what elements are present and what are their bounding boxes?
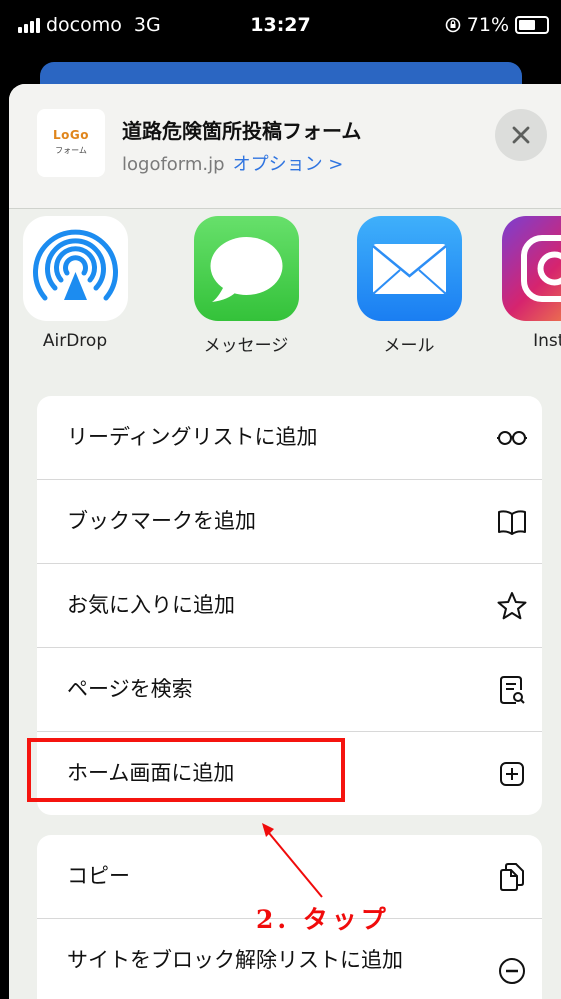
action-add-reading-list[interactable]: リーディングリストに追加	[37, 396, 542, 480]
app-label: Insta	[533, 331, 561, 351]
page-subtitle: logoform.jp オプション >	[122, 150, 343, 176]
glasses-icon	[497, 431, 527, 445]
close-icon	[512, 126, 530, 144]
logo-text-bottom: フォーム	[55, 146, 87, 155]
airdrop-icon	[22, 216, 128, 321]
battery-info: 71%	[445, 14, 549, 36]
mail-icon	[356, 216, 462, 321]
logo-text-top: LoGo	[53, 128, 89, 142]
instagram-icon	[501, 216, 561, 321]
app-mail[interactable]: メール	[354, 216, 464, 356]
action-add-bookmark[interactable]: ブックマークを追加	[37, 480, 542, 564]
add-square-icon	[500, 762, 524, 786]
action-find-on-page[interactable]: ページを検索	[37, 648, 542, 732]
share-sheet-header: LoGo フォーム 道路危険箇所投稿フォーム logoform.jp オプション …	[9, 84, 561, 209]
messages-icon	[193, 216, 299, 321]
app-label: AirDrop	[42, 331, 108, 351]
find-in-page-icon	[500, 676, 525, 704]
app-label: メッセージ	[203, 336, 289, 356]
page-domain: logoform.jp	[122, 154, 225, 175]
app-share-row: AirDrop メッセージ メール Ins	[9, 208, 561, 368]
action-label: お気に入りに追加	[67, 593, 235, 617]
orientation-lock-icon	[445, 17, 461, 33]
annotation-arrow-icon	[262, 823, 323, 898]
close-button[interactable]	[495, 109, 547, 161]
action-label: ブックマークを追加	[67, 509, 256, 533]
annotation-label: 2. タップ	[256, 905, 390, 934]
app-instagram[interactable]: Insta	[499, 216, 561, 351]
status-bar: docomo 3G 13:27 71%	[0, 0, 561, 58]
book-icon	[498, 510, 526, 535]
app-label: メール	[383, 336, 435, 356]
star-icon	[497, 592, 527, 620]
battery-icon	[515, 16, 549, 34]
app-messages[interactable]: メッセージ	[191, 216, 301, 356]
action-label: リーディングリストに追加	[67, 425, 318, 449]
app-airdrop[interactable]: AirDrop	[20, 216, 130, 351]
copy-icon	[500, 863, 524, 891]
site-logo: LoGo フォーム	[37, 109, 105, 177]
action-label: コピー	[67, 864, 130, 888]
page-title: 道路危険箇所投稿フォーム	[122, 119, 362, 143]
minus-circle-icon	[499, 958, 525, 984]
highlight-box	[27, 738, 345, 802]
battery-percent: 71%	[466, 14, 509, 36]
action-add-favorites[interactable]: お気に入りに追加	[37, 564, 542, 648]
action-label: ページを検索	[67, 677, 193, 701]
options-link[interactable]: オプション >	[233, 154, 344, 175]
